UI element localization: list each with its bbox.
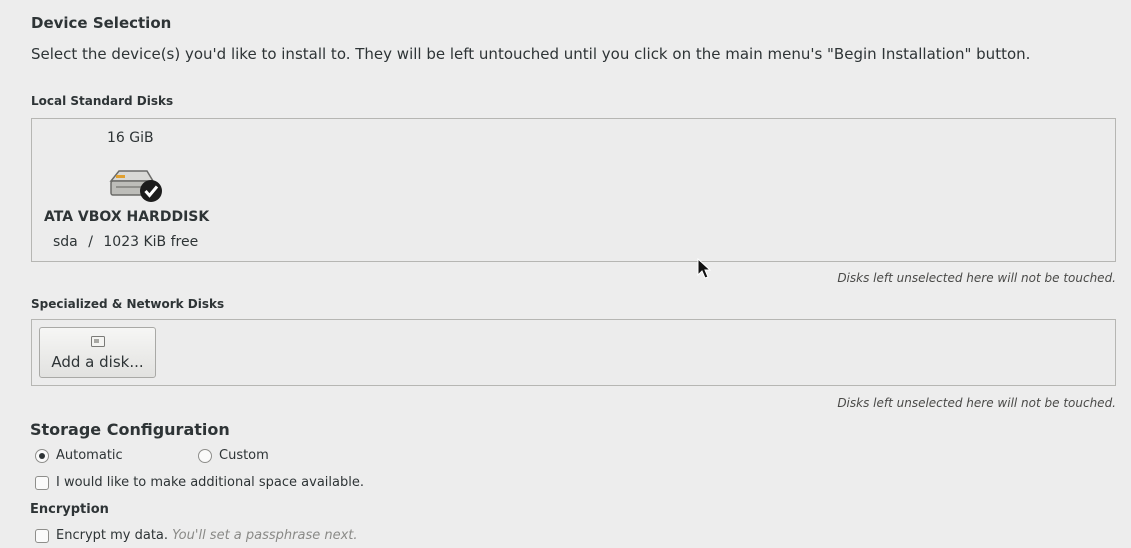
disk-image-icon	[91, 336, 105, 347]
disk-name: ATA VBOX HARDDISK	[44, 209, 210, 225]
disk-device: sda	[53, 234, 78, 250]
custom-label[interactable]: Custom	[219, 448, 269, 463]
local-disks-label: Local Standard Disks	[31, 94, 174, 108]
storage-configuration-title: Storage Configuration	[30, 420, 230, 439]
automatic-label[interactable]: Automatic	[56, 448, 123, 463]
encrypt-hint: You'll set a passphrase next.	[172, 528, 358, 543]
device-selection-description: Select the device(s) you'd like to insta…	[31, 45, 1031, 63]
encrypt-option[interactable]: Encrypt my data. You'll set a passphrase…	[56, 528, 358, 543]
disk-size: 16 GiB	[107, 130, 154, 146]
harddisk-checked-icon	[109, 170, 162, 202]
encrypt-label: Encrypt my data.	[56, 528, 169, 543]
mouse-pointer-icon	[697, 258, 711, 279]
custom-radio[interactable]	[198, 449, 212, 463]
device-selection-title: Device Selection	[31, 14, 172, 32]
network-disks-label: Specialized & Network Disks	[31, 297, 225, 311]
add-disk-label: Add a disk...	[51, 353, 144, 371]
additional-space-label[interactable]: I would like to make additional space av…	[56, 475, 364, 490]
local-disks-panel: 16 GiB ATA VBOX HARDDISK sda / 1023 KiB …	[31, 118, 1116, 262]
disk-free-space: 1023 KiB free	[103, 234, 199, 250]
automatic-radio[interactable]	[35, 449, 49, 463]
network-disks-hint: Disks left unselected here will not be t…	[837, 396, 1116, 410]
encryption-title: Encryption	[30, 502, 109, 517]
installation-destination-page: Device Selection Select the device(s) yo…	[0, 0, 1131, 548]
additional-space-checkbox[interactable]	[35, 476, 49, 490]
disk-sda[interactable]: 16 GiB ATA VBOX HARDDISK sda / 1023 KiB …	[32, 119, 232, 259]
local-disks-hint: Disks left unselected here will not be t…	[837, 271, 1116, 285]
disk-details: sda / 1023 KiB free	[53, 234, 198, 250]
disk-separator: /	[88, 234, 93, 250]
radio-selected-dot	[39, 453, 45, 459]
add-disk-button[interactable]: Add a disk...	[39, 327, 156, 378]
network-disks-panel: Add a disk...	[31, 319, 1116, 386]
encrypt-checkbox[interactable]	[35, 529, 49, 543]
